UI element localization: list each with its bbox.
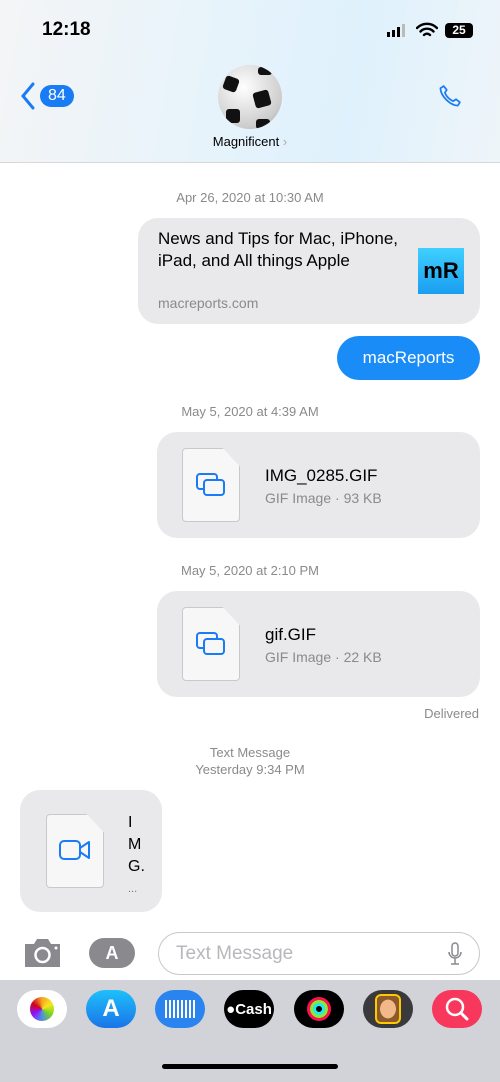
message-input-placeholder: Text Message — [176, 943, 294, 964]
video-camera-icon — [59, 840, 90, 860]
app-store-icon: A — [102, 995, 120, 1022]
activity-rings-icon — [307, 997, 331, 1021]
app-store-toggle-button[interactable]: A — [89, 938, 135, 968]
message-input[interactable]: Text Message — [158, 932, 480, 975]
file-meta: ... — [128, 883, 138, 895]
memoji-button[interactable] — [363, 990, 413, 1028]
activity-app-button[interactable] — [294, 990, 344, 1028]
timestamp: Yesterday 9:34 PM — [195, 762, 305, 777]
chevron-left-icon — [21, 82, 35, 110]
unread-badge: 84 — [40, 85, 74, 107]
globe-search-icon — [445, 997, 469, 1021]
phone-icon[interactable] — [436, 82, 464, 110]
timestamp: May 5, 2020 at 4:39 AM — [181, 404, 319, 419]
file-name-char: I — [128, 814, 133, 831]
file-name-char: M — [128, 836, 142, 853]
link-domain: macreports.com — [158, 295, 259, 311]
file-name-char: G. — [128, 858, 145, 875]
back-button[interactable]: 84 — [20, 82, 74, 110]
link-preview-bubble[interactable]: News and Tips for Mac, iPhone, iPad, and… — [138, 218, 480, 324]
home-indicator[interactable] — [162, 1064, 338, 1069]
wifi-icon — [416, 22, 438, 37]
service-label: Text Message — [209, 745, 291, 760]
photos-icon — [30, 997, 54, 1021]
contact-avatar[interactable] — [218, 65, 282, 129]
battery-icon: 25 — [445, 23, 473, 38]
file-name: gif.GIF — [265, 625, 317, 644]
timestamp: Apr 26, 2020 at 10:30 AM — [176, 190, 324, 205]
apple-cash-button[interactable]: ● Cash — [224, 990, 274, 1028]
file-name: I M G. ... — [128, 812, 145, 900]
file-meta: GIF Image · 93 KB — [265, 490, 382, 506]
received-video-bubble[interactable]: I M G. ... — [20, 790, 162, 912]
app-store-app-button[interactable]: A — [86, 990, 136, 1028]
photos-app-button[interactable] — [17, 990, 67, 1028]
memoji-icon — [375, 994, 401, 1024]
sent-message-bubble[interactable]: macReports — [337, 336, 480, 380]
waveform-icon — [165, 1000, 195, 1018]
camera-icon[interactable] — [23, 937, 62, 969]
gallery-icon — [196, 632, 225, 655]
app-store-icon: A — [105, 942, 119, 963]
file-meta: GIF Image · 22 KB — [265, 649, 382, 665]
image-search-button[interactable] — [432, 990, 482, 1028]
audio-message-button[interactable] — [155, 990, 205, 1028]
contact-name: Magnificent — [212, 134, 280, 149]
timestamp: May 5, 2020 at 2:10 PM — [180, 563, 320, 578]
file-attachment-bubble[interactable]: IMG_0285.GIF GIF Image · 93 KB — [157, 432, 480, 538]
gallery-icon — [196, 473, 225, 496]
delivered-status: Delivered — [424, 706, 479, 721]
link-title: News and Tips for Mac, iPhone, iPad, and… — [158, 229, 399, 270]
file-name: IMG_0285.GIF — [265, 466, 378, 485]
site-logo: mR — [418, 248, 464, 294]
cash-label: Cash — [235, 1000, 272, 1018]
contact-name-button[interactable]: Magnificent › — [0, 134, 500, 149]
microphone-icon[interactable] — [448, 942, 462, 966]
file-attachment-bubble[interactable]: gif.GIF GIF Image · 22 KB — [157, 591, 480, 697]
signal-icon — [387, 24, 405, 37]
apple-logo-icon: ● — [226, 1000, 236, 1018]
status-time: 12:18 — [42, 19, 91, 40]
chevron-right-icon: › — [282, 134, 288, 149]
